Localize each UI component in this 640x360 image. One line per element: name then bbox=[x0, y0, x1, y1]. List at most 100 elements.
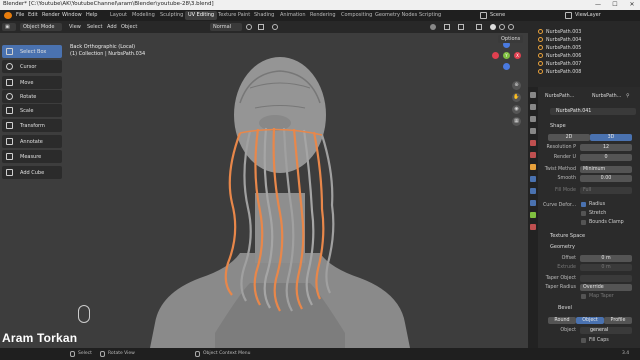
data-name-field[interactable]: NurbsPath.041 bbox=[550, 108, 636, 115]
gizmo-x-axis[interactable] bbox=[492, 52, 499, 59]
tab-uv-editing[interactable]: UV Editing bbox=[185, 11, 218, 20]
zoom-icon[interactable]: ⊕ bbox=[512, 81, 521, 90]
view-layer-tab-icon[interactable] bbox=[530, 128, 536, 134]
tab-scripting[interactable]: Scripting bbox=[416, 11, 444, 20]
overlay-icon[interactable] bbox=[458, 24, 464, 30]
tab-modeling[interactable]: Modeling bbox=[129, 11, 158, 20]
view-layer-icon[interactable] bbox=[565, 12, 572, 19]
gizmo-x-positive[interactable]: X bbox=[514, 52, 521, 59]
output-tab-icon[interactable] bbox=[530, 116, 536, 122]
map-taper-checkbox[interactable] bbox=[581, 294, 586, 299]
camera-icon[interactable]: ◉ bbox=[512, 105, 521, 114]
shape-3d-button[interactable]: 3D bbox=[590, 134, 632, 141]
tool-cursor[interactable]: Cursor bbox=[2, 60, 62, 73]
view-layer-name[interactable]: ViewLayer bbox=[575, 12, 601, 18]
fill-mode-dropdown[interactable]: Full bbox=[580, 187, 632, 194]
tool-measure[interactable]: Measure bbox=[2, 150, 62, 163]
curve-data-tab-icon[interactable] bbox=[530, 212, 536, 218]
gizmo-z-negative[interactable] bbox=[503, 63, 510, 70]
shading-rendered-icon[interactable] bbox=[508, 24, 514, 30]
shading-material-icon[interactable] bbox=[499, 24, 505, 30]
outliner-item[interactable]: NurbsPath.007 bbox=[538, 61, 581, 68]
pivot-icon[interactable] bbox=[246, 24, 252, 30]
outliner-item[interactable]: NurbsPath.008 bbox=[538, 69, 581, 76]
tab-rendering[interactable]: Rendering bbox=[307, 11, 339, 20]
outliner-item[interactable]: NurbsPath.004 bbox=[538, 37, 581, 44]
close-button[interactable]: ✕ bbox=[624, 0, 640, 10]
shading-solid-icon[interactable] bbox=[490, 24, 496, 30]
status-context-menu: Object Context Menu bbox=[203, 351, 251, 356]
tool-rotate[interactable]: Rotate bbox=[2, 90, 62, 103]
tab-animation[interactable]: Animation bbox=[277, 11, 309, 20]
tab-texture-paint[interactable]: Texture Paint bbox=[215, 11, 253, 20]
material-tab-icon[interactable] bbox=[530, 224, 536, 230]
fill-caps-checkbox[interactable] bbox=[581, 338, 586, 343]
select-menu[interactable]: Select bbox=[84, 23, 105, 31]
minimize-button[interactable]: — bbox=[590, 0, 606, 10]
blender-logo-icon[interactable] bbox=[4, 12, 12, 19]
tab-layout[interactable]: Layout bbox=[107, 11, 130, 20]
view-menu[interactable]: View bbox=[66, 23, 84, 31]
tool-scale[interactable]: Scale bbox=[2, 104, 62, 117]
section-geometry[interactable]: Geometry bbox=[550, 244, 575, 250]
editor-type-icon[interactable]: ▣ bbox=[2, 23, 16, 31]
xray-icon[interactable] bbox=[476, 24, 482, 30]
menu-help[interactable]: Help bbox=[86, 12, 97, 18]
bevel-object-field[interactable]: general bbox=[580, 327, 632, 334]
stretch-checkbox[interactable] bbox=[581, 211, 586, 216]
tool-add-cube[interactable]: Add Cube bbox=[2, 166, 62, 179]
tab-compositing[interactable]: Compositing bbox=[338, 11, 375, 20]
tab-shading[interactable]: Shading bbox=[251, 11, 277, 20]
render-u-field[interactable]: 0 bbox=[580, 154, 632, 161]
orientation-dropdown[interactable]: Normal bbox=[210, 23, 242, 31]
gizmo-toggle-icon[interactable] bbox=[444, 24, 450, 30]
resolution-p-field[interactable]: 12 bbox=[580, 144, 632, 151]
bevel-object-button[interactable]: Object bbox=[576, 317, 604, 324]
maximize-button[interactable]: ☐ bbox=[607, 0, 623, 10]
tab-sculpting[interactable]: Sculpting bbox=[157, 11, 186, 20]
tool-tab-icon[interactable] bbox=[530, 92, 536, 98]
tool-select-box[interactable]: Select Box bbox=[2, 45, 62, 58]
bounds-clamp-checkbox[interactable] bbox=[581, 220, 586, 225]
cursor-icon bbox=[6, 63, 13, 70]
bevel-profile-button[interactable]: Profile bbox=[604, 317, 632, 324]
section-shape[interactable]: Shape bbox=[550, 123, 566, 129]
offset-field[interactable]: 0 m bbox=[580, 255, 632, 262]
menu-edit[interactable]: Edit bbox=[28, 12, 38, 18]
ortho-grid-icon[interactable]: ▦ bbox=[512, 117, 521, 126]
bevel-round-button[interactable]: Round bbox=[548, 317, 576, 324]
tool-move[interactable]: Move bbox=[2, 76, 62, 89]
pan-hand-icon[interactable]: ✋ bbox=[512, 93, 521, 102]
object-menu[interactable]: Object bbox=[118, 23, 140, 31]
3d-viewport[interactable]: Back Orthographic (Local) (1) Collection… bbox=[0, 33, 528, 348]
outliner-item[interactable]: NurbsPath.006 bbox=[538, 53, 581, 60]
tab-geometry-nodes[interactable]: Geometry Nodes bbox=[372, 11, 420, 20]
section-bevel[interactable]: Bevel bbox=[558, 305, 572, 311]
smooth-field[interactable]: 0.00 bbox=[580, 175, 632, 182]
options-button[interactable]: Options bbox=[498, 35, 524, 43]
tool-annotate[interactable]: Annotate bbox=[2, 135, 62, 148]
gizmo-y-axis[interactable]: Y bbox=[503, 52, 510, 59]
radius-checkbox[interactable] bbox=[581, 202, 586, 207]
taper-radius-dropdown[interactable]: Override bbox=[580, 284, 632, 291]
pin-icon[interactable]: ⚲ bbox=[626, 93, 630, 99]
outliner-item[interactable]: NurbsPath.005 bbox=[538, 45, 581, 52]
visibility-icon[interactable] bbox=[430, 24, 436, 30]
menu-file[interactable]: File bbox=[16, 12, 24, 18]
scene-name[interactable]: Scene bbox=[490, 12, 505, 18]
twist-method-dropdown[interactable]: Minimum bbox=[580, 166, 632, 173]
mode-dropdown[interactable]: Object Mode bbox=[20, 23, 62, 31]
menu-window[interactable]: Window bbox=[62, 12, 82, 18]
tool-transform[interactable]: Transform bbox=[2, 119, 62, 132]
render-tab-icon[interactable] bbox=[530, 104, 536, 110]
outliner-item[interactable]: NurbsPath.003 bbox=[538, 29, 581, 36]
snap-icon[interactable] bbox=[258, 24, 264, 30]
taper-object-field[interactable] bbox=[580, 275, 632, 282]
extrude-field[interactable]: 0 m bbox=[580, 264, 632, 271]
proportional-edit-icon[interactable] bbox=[272, 24, 278, 30]
shape-2d-button[interactable]: 2D bbox=[548, 134, 590, 141]
section-texture-space[interactable]: Texture Space bbox=[550, 233, 585, 239]
navigation-gizmo[interactable]: Y X bbox=[492, 41, 522, 71]
menu-render[interactable]: Render bbox=[42, 12, 60, 18]
scene-icon[interactable] bbox=[480, 12, 487, 19]
